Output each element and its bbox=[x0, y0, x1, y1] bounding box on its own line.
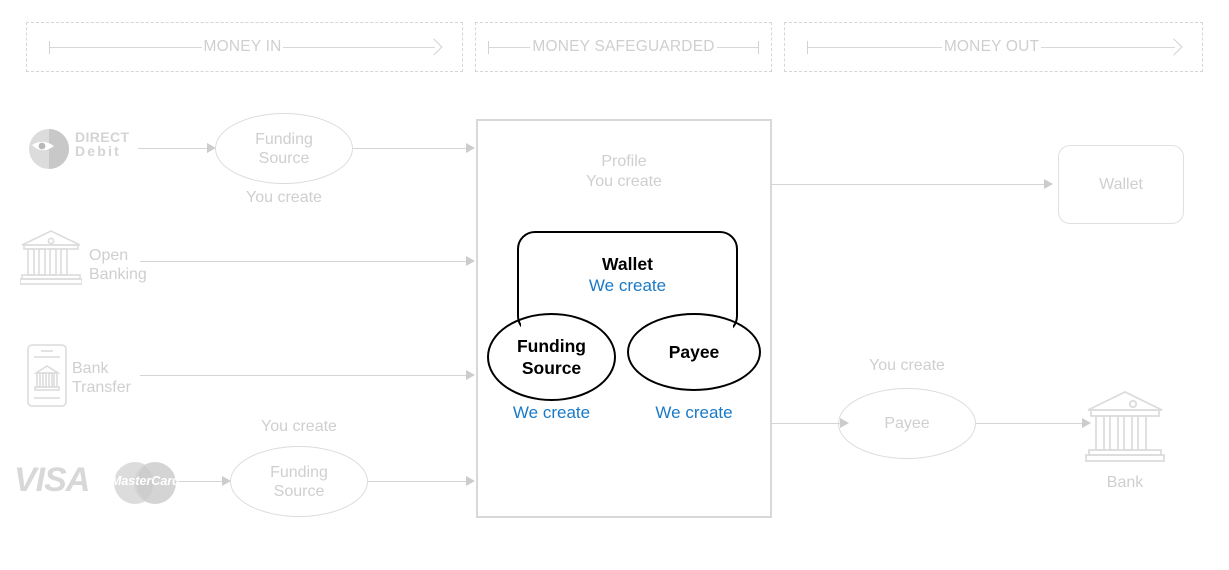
phase-label-money-in: MONEY IN bbox=[203, 38, 282, 55]
profile-caption: Profile You create bbox=[476, 152, 772, 192]
connector-open-banking-to-profile bbox=[140, 261, 470, 262]
phase-box-money-in: MONEY IN bbox=[26, 22, 463, 72]
arrowhead-funding-source-bottom bbox=[466, 476, 475, 486]
direct-debit-line1: DIRECT bbox=[75, 129, 130, 145]
bank-out-label: Bank bbox=[1106, 474, 1144, 491]
connector-payee-to-bank bbox=[976, 423, 1086, 424]
arrowhead-open-banking bbox=[466, 256, 475, 266]
phase-label-money-safeguarded: MONEY SAFEGUARDED bbox=[532, 38, 715, 55]
funding-source-ellipse-bottom: Funding Source bbox=[230, 446, 368, 517]
profile-payee-creator-label: We create bbox=[655, 403, 733, 422]
wallet-creator-label: We create bbox=[588, 276, 667, 295]
phase-arrow-icon-money-out bbox=[1165, 38, 1183, 56]
payee-out-ellipse: Payee bbox=[838, 388, 976, 459]
phase-box-money-out: MONEY OUT bbox=[784, 22, 1203, 72]
wallet-out-label: Wallet bbox=[1099, 175, 1143, 193]
bank-transfer-label: Bank Transfer bbox=[72, 360, 131, 396]
phase-rule-right-money-in bbox=[283, 46, 435, 48]
open-banking-label: Open Banking bbox=[89, 247, 147, 283]
profile-title: Profile bbox=[601, 153, 647, 170]
connector-profile-to-payee bbox=[772, 423, 844, 424]
wallet-out-box: Wallet bbox=[1058, 145, 1184, 224]
phase-arrow-icon-money-in bbox=[425, 38, 443, 56]
funding-source-top-caption: You create bbox=[246, 189, 322, 206]
phase-rule-left-money-safeguarded bbox=[489, 46, 531, 48]
connector-funding-source-bottom-to-profile bbox=[368, 481, 470, 482]
arrowhead-funding-source-top bbox=[466, 143, 475, 153]
bank-transfer-mobile-bank-icon bbox=[26, 343, 68, 408]
phase-rule-left-money-in bbox=[50, 46, 202, 48]
phase-end-cap-money-safeguarded bbox=[758, 40, 760, 54]
profile-payee-label: Payee bbox=[668, 342, 720, 362]
diagram-canvas: MONEY IN MONEY SAFEGUARDED MONEY OUT DIR… bbox=[0, 0, 1229, 570]
arrowhead-wallet-out bbox=[1044, 179, 1053, 189]
phase-label-money-out: MONEY OUT bbox=[943, 38, 1040, 55]
phase-box-money-safeguarded: MONEY SAFEGUARDED bbox=[475, 22, 772, 72]
payee-out-label: Payee bbox=[884, 415, 930, 432]
mastercard-wordmark: MasterCard bbox=[111, 474, 180, 488]
connector-cards-to-funding-source bbox=[176, 481, 226, 482]
direct-debit-line2: Debit bbox=[75, 143, 121, 159]
profile-subtitle: You create bbox=[586, 173, 662, 190]
bank-out-building-icon bbox=[1085, 388, 1165, 464]
visa-logo: VISA bbox=[14, 461, 90, 499]
phase-rule-right-money-out bbox=[1041, 46, 1176, 48]
funding-source-ellipse-top: Funding Source bbox=[215, 113, 353, 184]
direct-debit-logo-icon bbox=[26, 128, 72, 170]
wallet-label: Wallet bbox=[602, 254, 653, 274]
connector-profile-to-wallet bbox=[772, 184, 1048, 185]
funding-source-ellipse-top-label: Funding Source bbox=[255, 130, 313, 167]
wallet-label-group: Wallet We create bbox=[517, 253, 738, 297]
connector-bank-transfer-to-profile bbox=[140, 375, 470, 376]
profile-funding-source-creator-label: We create bbox=[512, 403, 591, 422]
arrowhead-bank-transfer bbox=[466, 370, 475, 380]
direct-debit-wordmark: DIRECT Debit bbox=[75, 130, 130, 158]
payee-out-caption: You create bbox=[869, 357, 945, 374]
funding-source-bottom-caption: You create bbox=[261, 418, 337, 435]
connector-funding-source-top-to-profile bbox=[353, 148, 470, 149]
phase-rule-left-money-out bbox=[808, 46, 942, 48]
phase-rule-right-money-safeguarded bbox=[716, 46, 759, 48]
connector-direct-debit-to-funding-source bbox=[138, 148, 210, 149]
funding-source-ellipse-bottom-label: Funding Source bbox=[270, 463, 328, 500]
profile-funding-source-label: Funding Source bbox=[516, 336, 586, 378]
open-banking-bank-building-icon bbox=[20, 228, 82, 290]
